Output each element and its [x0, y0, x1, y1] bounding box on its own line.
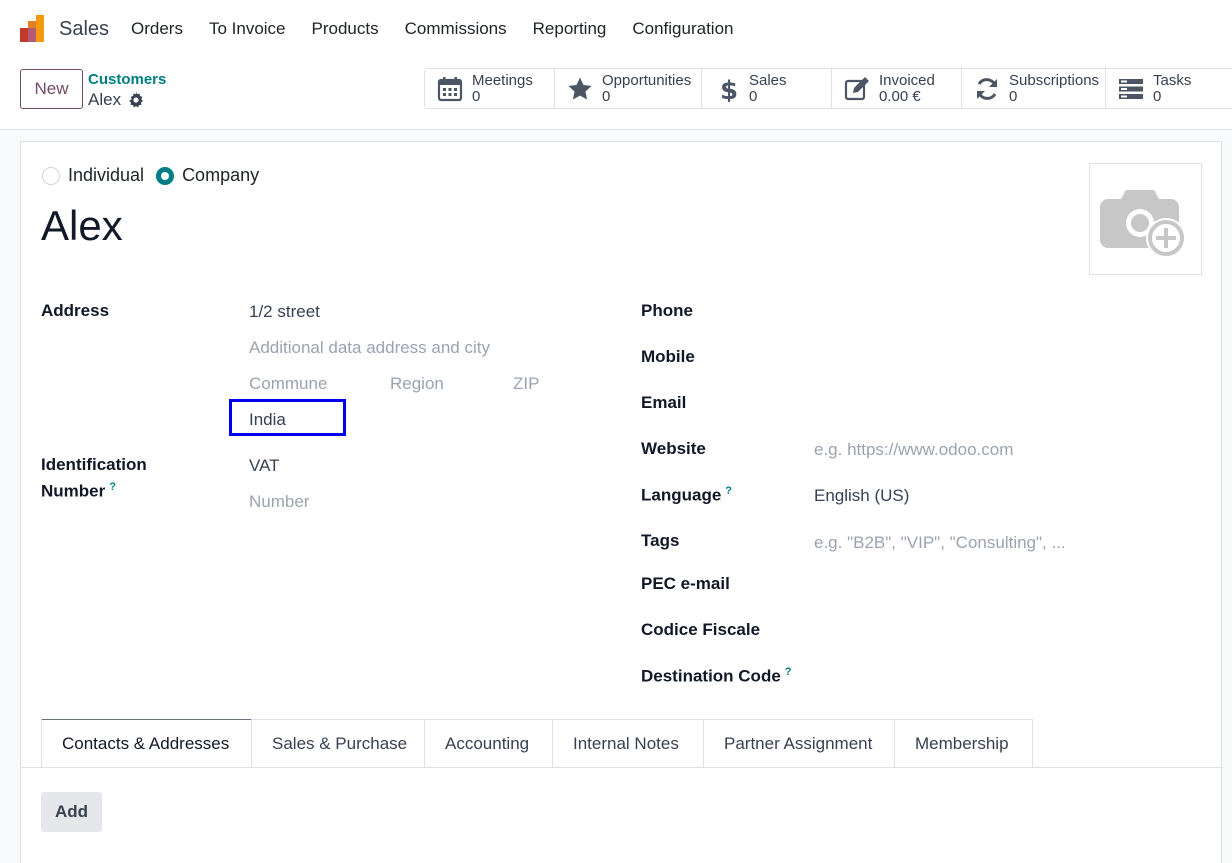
notebook-tabs: Contacts & Addresses Sales & Purchase Ac… [41, 719, 1033, 768]
smart-buttons: Meetings 0 Opportunities 0 $ Sales 0 Inv… [424, 68, 1232, 109]
smart-label-invoiced: Invoiced [879, 71, 935, 89]
radio-individual[interactable] [42, 166, 60, 185]
refresh-icon [977, 77, 997, 100]
star-icon [568, 77, 592, 99]
identification-label-text: Number [41, 481, 106, 501]
menu-products[interactable]: Products [312, 19, 379, 39]
codice-fiscale-label: Codice Fiscale [641, 620, 761, 639]
camera-add-icon [1100, 190, 1186, 258]
radio-company-label[interactable]: Company [182, 165, 259, 186]
smart-button-sales[interactable]: $ Sales 0 [702, 69, 832, 108]
website-input[interactable]: e.g. https://www.odoo.com [814, 440, 1013, 460]
language-select[interactable]: English (US) [814, 486, 909, 506]
smart-button-invoiced[interactable]: Invoiced 0.00 € [832, 69, 962, 108]
tab-sales-purchase[interactable]: Sales & Purchase [251, 719, 425, 768]
tab-accounting[interactable]: Accounting [424, 719, 553, 768]
sales-app-icon[interactable] [18, 14, 48, 44]
tab-contacts-addresses[interactable]: Contacts & Addresses [41, 719, 252, 768]
breadcrumb-current-label: Alex [88, 90, 122, 109]
dollar-icon: $ [720, 76, 738, 102]
smart-value-meetings: 0 [472, 87, 481, 105]
control-panel: New Customers Alex Meetings 0 Opportunit… [0, 60, 1232, 130]
destination-code-label-text: Destination Code [641, 666, 781, 686]
language-label-text: Language [641, 485, 722, 505]
breadcrumb-current: Alex [88, 90, 144, 110]
new-button[interactable]: New [20, 69, 83, 109]
smart-value-tasks: 0 [1153, 87, 1162, 105]
vat-number-input[interactable]: Number [249, 492, 309, 512]
menu-to-invoice[interactable]: To Invoice [209, 19, 286, 39]
smart-label-subscriptions: Subscriptions [1009, 71, 1100, 89]
main-menu: Orders To Invoice Products Commissions R… [131, 19, 759, 39]
company-type-selector: Individual Company [42, 165, 271, 186]
tags-label: Tags [641, 531, 680, 550]
identification-label-line2: Number? [41, 481, 116, 502]
edit-icon [844, 76, 869, 100]
identification-label-line1: Identification [41, 455, 147, 474]
breadcrumb-customers[interactable]: Customers [88, 71, 166, 88]
country-highlight-box [229, 399, 346, 436]
smart-label-opportunities: Opportunities [602, 71, 692, 89]
zip-input[interactable]: ZIP [513, 374, 539, 394]
app-name[interactable]: Sales [59, 18, 109, 41]
smart-label-tasks: Tasks [1153, 71, 1192, 89]
smart-value-subscriptions: 0 [1009, 87, 1018, 105]
tags-input[interactable]: e.g. "B2B", "VIP", "Consulting", ... [814, 533, 1066, 553]
menu-configuration[interactable]: Configuration [632, 19, 733, 39]
destination-code-label: Destination Code? [641, 666, 792, 687]
smart-button-tasks[interactable]: Tasks 0 [1106, 69, 1232, 108]
partner-name-field[interactable]: Alex [41, 202, 123, 250]
calendar-icon [437, 76, 463, 101]
tasks-icon [1119, 78, 1143, 99]
language-help-icon[interactable]: ? [725, 485, 732, 497]
smart-value-opportunities: 0 [602, 87, 611, 105]
add-contact-button[interactable]: Add [41, 792, 102, 832]
menu-commissions[interactable]: Commissions [405, 19, 507, 39]
address-label: Address [41, 301, 110, 320]
pec-email-label: PEC e-mail [641, 574, 730, 593]
smart-button-meetings[interactable]: Meetings 0 [425, 69, 555, 108]
website-label: Website [641, 439, 706, 458]
street-input[interactable]: 1/2 street [249, 302, 320, 322]
street2-input[interactable]: Additional data address and city [249, 338, 490, 358]
vat-type-select[interactable]: VAT [249, 456, 280, 476]
identification-help-icon[interactable]: ? [109, 481, 116, 493]
form-sheet: Individual Company Alex Address 1/2 stre… [20, 141, 1223, 863]
smart-button-subscriptions[interactable]: Subscriptions 0 [962, 69, 1106, 108]
avatar-upload[interactable] [1089, 163, 1202, 275]
svg-text:$: $ [720, 76, 738, 102]
tab-partner-assignment[interactable]: Partner Assignment [703, 719, 895, 768]
top-navbar: Sales Orders To Invoice Products Commiss… [0, 0, 1232, 60]
smart-value-sales: 0 [749, 87, 758, 105]
smart-button-opportunities[interactable]: Opportunities 0 [555, 69, 702, 108]
phone-label: Phone [641, 301, 693, 320]
radio-company[interactable] [156, 166, 175, 185]
state-input[interactable]: Region [390, 374, 444, 394]
smart-label-sales: Sales [749, 71, 787, 89]
menu-reporting[interactable]: Reporting [533, 19, 607, 39]
email-label: Email [641, 393, 687, 412]
language-label: Language? [641, 485, 732, 506]
radio-individual-label[interactable]: Individual [68, 165, 144, 186]
tab-internal-notes[interactable]: Internal Notes [552, 719, 704, 768]
city-input[interactable]: Commune [249, 374, 327, 394]
destination-help-icon[interactable]: ? [785, 666, 792, 678]
gear-icon[interactable] [128, 92, 144, 108]
tab-membership[interactable]: Membership [894, 719, 1033, 768]
mobile-label: Mobile [641, 347, 695, 366]
menu-orders[interactable]: Orders [131, 19, 183, 39]
smart-label-meetings: Meetings [472, 71, 533, 89]
smart-value-invoiced: 0.00 € [879, 87, 921, 105]
tabs-divider [21, 767, 1223, 768]
